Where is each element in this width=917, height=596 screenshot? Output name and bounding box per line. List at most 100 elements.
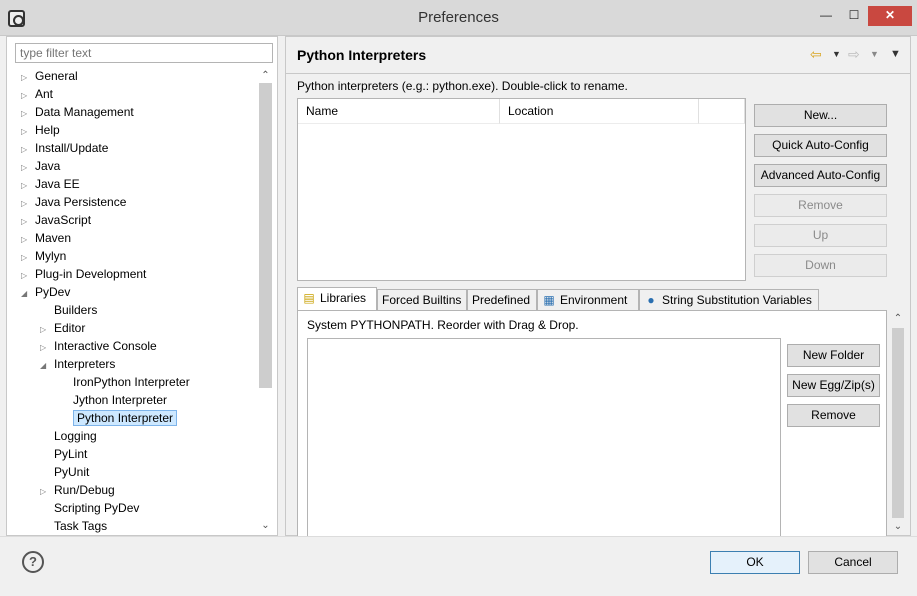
- scroll-down-icon[interactable]: ⌄: [257, 519, 274, 533]
- preference-page: Python Interpreters ⇦ ▼ ⇨ ▼ ▼ Python int…: [285, 36, 911, 538]
- tab-string-substitution-variables[interactable]: ● String Substitution Variables: [639, 289, 819, 311]
- tree-item-interactive-console[interactable]: ▷ Interactive Console: [40, 337, 157, 355]
- page-title: Python Interpreters: [297, 47, 427, 63]
- forward-dropdown-icon[interactable]: ▼: [870, 45, 879, 63]
- collapse-arrow-icon[interactable]: ◢: [21, 285, 35, 303]
- tree-item-data-management[interactable]: ▷ Data Management: [21, 103, 134, 121]
- ok-button[interactable]: OK: [710, 551, 800, 574]
- column-header-filler: [699, 99, 745, 124]
- up-button[interactable]: Up: [754, 224, 887, 247]
- tree-item-label: Editor: [54, 321, 86, 335]
- tree-item-pylint[interactable]: PyLint: [40, 445, 87, 463]
- tab-forced-builtins[interactable]: Forced Builtins: [377, 289, 467, 311]
- tree-item-interpreters[interactable]: ◢ Interpreters: [40, 355, 115, 373]
- close-button[interactable]: ✕: [868, 6, 912, 26]
- tree-item-java[interactable]: ▷ Java: [21, 157, 60, 175]
- tree-item-label: Help: [35, 123, 60, 137]
- tree-item-general[interactable]: ▷ General: [21, 67, 78, 85]
- tree-item-scripting-pydev[interactable]: Scripting PyDev: [40, 499, 139, 517]
- maximize-button[interactable]: ☐: [840, 6, 868, 26]
- tree-item-ant[interactable]: ▷ Ant: [21, 85, 53, 103]
- back-dropdown-icon[interactable]: ▼: [832, 45, 841, 63]
- quick-auto-config-button[interactable]: Quick Auto-Config: [754, 134, 887, 157]
- page-description: Python interpreters (e.g.: python.exe). …: [297, 79, 628, 93]
- tree-item-label: Run/Debug: [54, 483, 115, 497]
- tree-item-maven[interactable]: ▷ Maven: [21, 229, 71, 247]
- column-header-name[interactable]: Name: [298, 99, 500, 124]
- tree-item-javascript[interactable]: ▷ JavaScript: [21, 211, 91, 229]
- down-button[interactable]: Down: [754, 254, 887, 277]
- tab-predefined[interactable]: Predefined: [467, 289, 537, 311]
- remove-path-button[interactable]: Remove: [787, 404, 880, 427]
- advanced-auto-config-button[interactable]: Advanced Auto-Config: [754, 164, 887, 187]
- maximize-icon: ☐: [848, 8, 860, 22]
- tree-item-label: Interpreters: [54, 357, 116, 371]
- tree-item-editor[interactable]: ▷ Editor: [40, 319, 85, 337]
- tree-item-label: General: [35, 69, 78, 83]
- environment-icon: ▦: [543, 293, 555, 307]
- tree-item-label: Install/Update: [35, 141, 109, 155]
- tree-item-jython-interpreter[interactable]: Jython Interpreter: [59, 391, 167, 409]
- scrollbar-thumb[interactable]: [259, 83, 272, 388]
- tree-item-pydev[interactable]: ◢ PyDev: [21, 283, 70, 301]
- tree-item-label: PyUnit: [54, 465, 90, 479]
- new-interpreter-button[interactable]: New...: [754, 104, 887, 127]
- tree-item-builders[interactable]: Builders: [40, 301, 97, 319]
- tree-item-plugin-development[interactable]: ▷ Plug-in Development: [21, 265, 146, 283]
- interpreters-table[interactable]: Name Location: [297, 98, 746, 281]
- tab-environment[interactable]: ▦ Environment: [537, 289, 639, 311]
- help-icon[interactable]: ?: [22, 551, 44, 573]
- forward-arrow-icon[interactable]: ⇨: [848, 45, 860, 63]
- scrollbar-thumb[interactable]: [892, 328, 904, 518]
- tree-item-label: Java: [35, 159, 61, 173]
- tree-item-label: Data Management: [35, 105, 134, 119]
- tree-item-install-update[interactable]: ▷ Install/Update: [21, 139, 108, 157]
- tree-item-label: Python Interpreter: [73, 410, 178, 426]
- page-scrollbar[interactable]: ⌃ ⌄: [888, 310, 908, 536]
- tree-item-help[interactable]: ▷ Help: [21, 121, 60, 139]
- column-header-location[interactable]: Location: [500, 99, 699, 124]
- window-title: Preferences: [418, 9, 499, 26]
- tree-item-ironpython-interpreter[interactable]: IronPython Interpreter: [59, 373, 190, 391]
- tree-item-java-persistence[interactable]: ▷ Java Persistence: [21, 193, 126, 211]
- tree-item-run-debug[interactable]: ▷ Run/Debug: [40, 481, 115, 499]
- tree-item-mylyn[interactable]: ▷ Mylyn: [21, 247, 66, 265]
- tab-libraries[interactable]: ▤ Libraries: [297, 287, 377, 311]
- preferences-tree: ▷ General ▷ Ant ▷ Data Management ▷ Help ▷ In…: [7, 67, 257, 535]
- tree-item-label: Logging: [54, 429, 97, 443]
- tree-item-label: Scripting PyDev: [54, 501, 140, 515]
- collapse-arrow-icon[interactable]: ◢: [40, 357, 54, 375]
- tree-item-task-tags[interactable]: Task Tags: [40, 517, 107, 535]
- libraries-icon: ▤: [303, 291, 315, 305]
- filter-input[interactable]: [15, 43, 273, 63]
- scroll-up-icon[interactable]: ⌃: [888, 312, 908, 326]
- preferences-tree-pane: ▷General ▷Ant ▷Data Management ▷Help ▷In…: [6, 36, 278, 536]
- new-egg-zip-button[interactable]: New Egg/Zip(s): [787, 374, 880, 397]
- tree-item-python-interpreter[interactable]: Python Interpreter: [59, 409, 178, 427]
- remove-interpreter-button[interactable]: Remove: [754, 194, 887, 217]
- tree-item-label: Ant: [35, 87, 54, 101]
- tree-item-label: PyLint: [54, 447, 88, 461]
- scroll-down-icon[interactable]: ⌄: [888, 520, 908, 534]
- view-menu-icon[interactable]: ▼: [890, 45, 901, 63]
- close-icon: ✕: [884, 8, 896, 22]
- dialog-footer: ? OK Cancel: [0, 536, 917, 596]
- tree-item-pyunit[interactable]: PyUnit: [40, 463, 89, 481]
- pythonpath-list[interactable]: [307, 338, 781, 538]
- new-folder-button[interactable]: New Folder: [787, 344, 880, 367]
- tree-item-label: Builders: [54, 303, 98, 317]
- libraries-tab-content: System PYTHONPATH. Reorder with Drag & D…: [297, 310, 887, 538]
- back-arrow-icon[interactable]: ⇦: [810, 45, 822, 63]
- minimize-button[interactable]: —: [812, 6, 840, 26]
- title-divider: [286, 73, 910, 74]
- title-bar: Preferences — ☐ ✕: [0, 0, 917, 36]
- tree-item-label: PyDev: [35, 285, 71, 299]
- tree-item-label: Plug-in Development: [35, 267, 147, 281]
- tree-item-label: Java Persistence: [35, 195, 127, 209]
- variables-icon: ●: [647, 293, 655, 307]
- tree-item-java-ee[interactable]: ▷ Java EE: [21, 175, 80, 193]
- scroll-up-icon[interactable]: ⌃: [257, 69, 274, 83]
- tree-item-logging[interactable]: Logging: [40, 427, 97, 445]
- tree-scrollbar[interactable]: ⌃ ⌄: [257, 67, 274, 535]
- cancel-button[interactable]: Cancel: [808, 551, 898, 574]
